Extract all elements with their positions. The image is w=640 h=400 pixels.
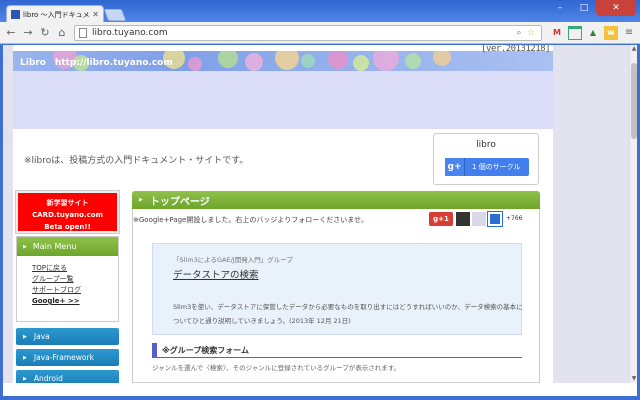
banner-bubble xyxy=(433,51,451,66)
promo-line-2: CARD.tuyano.com xyxy=(32,211,103,219)
address-bar[interactable]: libro.tuyano.com ⌕ ☆ xyxy=(74,24,542,41)
banner-bubble xyxy=(328,51,348,69)
window-close-icon[interactable]: ✕ xyxy=(596,0,636,16)
gplus-icon: g+ xyxy=(445,158,465,176)
gplus-badge: libro g+ 1 個のサークル xyxy=(433,133,539,185)
top-page-header: ▶ トップページ xyxy=(132,191,540,209)
sidebar-item-java[interactable]: ▶ Java xyxy=(16,328,119,345)
banner-bubble xyxy=(301,54,315,68)
menu-link-google-plus[interactable]: Google+ >> xyxy=(32,296,118,307)
main-menu-links: TOPに戻る グループ一覧 サポートブログ Google+ >> xyxy=(17,256,118,307)
circle-count: 1 個のサークル xyxy=(472,163,521,171)
main-panel: ※Google+Page開設しました。右上のバッジよりフォローくださいませ。 g… xyxy=(132,209,540,383)
banner-bubble xyxy=(218,51,238,68)
follower-avatar[interactable] xyxy=(456,212,470,226)
promo-line-3: Beta open!! xyxy=(44,223,91,231)
promo-banner[interactable]: 新学習サイト CARD.tuyano.com Beta open!! xyxy=(16,191,119,233)
page-content: Libro http://libro.tuyano.com [ver.20131… xyxy=(13,45,553,383)
url-text[interactable]: libro.tuyano.com xyxy=(92,28,513,38)
follower-count: +766 xyxy=(506,215,523,222)
top-page-title: トップページ xyxy=(149,196,210,208)
maximize-icon[interactable]: □ xyxy=(572,0,596,16)
page-icon xyxy=(79,27,87,38)
menu-link-top[interactable]: TOPに戻る xyxy=(32,263,118,274)
site-banner: Libro http://libro.tuyano.com xyxy=(13,51,553,71)
scroll-up-icon[interactable]: ▲ xyxy=(630,45,638,53)
article-description: Slim3を使い、データストアに保管したデータから必要なものを取り出すにはどうす… xyxy=(173,303,523,325)
menu-link-groups[interactable]: グループ一覧 xyxy=(32,274,118,285)
minimize-icon[interactable]: – xyxy=(548,0,572,16)
group-search-heading: ※グループ検索フォーム xyxy=(152,343,522,358)
site-favicon-icon xyxy=(11,10,20,19)
main-menu: ▶ Main Menu TOPに戻る グループ一覧 サポートブログ Google… xyxy=(16,236,119,322)
sidebar-item-java-framework[interactable]: ▶ Java-Framework xyxy=(16,349,119,366)
latest-article-box: 「Slim3によるGAE/J開発入門」グループ データストアの検索 Slim3を… xyxy=(152,243,523,335)
main-menu-title: Main Menu xyxy=(32,242,77,251)
browser-tab[interactable]: libro 〜入門ドキュメント・サ ✕ xyxy=(6,5,104,23)
main-menu-header: ▶ Main Menu xyxy=(17,237,118,256)
calendar-extension-icon[interactable] xyxy=(568,25,582,40)
gplus-one-button[interactable]: g+1 xyxy=(429,212,453,226)
banner-bubble xyxy=(353,55,369,71)
menu-icon[interactable]: ≡ xyxy=(622,26,636,40)
triangle-right-icon: ▶ xyxy=(23,354,27,361)
triangle-right-icon: ▶ xyxy=(23,375,27,382)
gmail-extension-icon[interactable]: M xyxy=(550,26,564,40)
site-intro: ※libroは、投稿方式の入門ドキュメント・サイトです。 xyxy=(24,156,249,166)
version-label: [ver.20131218] xyxy=(481,45,550,54)
group-search-text: ジャンルを選んで〈検索〉、そのジャンルに登録されているグループが表示されます。 xyxy=(152,364,401,372)
banner-bubble xyxy=(405,53,421,69)
page-scrollbar[interactable]: ▲ ▼ xyxy=(629,45,637,383)
page-viewport: Libro http://libro.tuyano.com [ver.20131… xyxy=(0,45,629,383)
banner-title[interactable]: Libro http://libro.tuyano.com xyxy=(20,55,173,68)
article-title-link[interactable]: データストアの検索 xyxy=(173,267,259,281)
banner-bubble xyxy=(188,57,202,71)
promo-line-1: 新学習サイト xyxy=(46,199,89,207)
bookmark-star-icon[interactable]: ☆ xyxy=(525,27,537,39)
banner-bubble xyxy=(275,51,299,70)
tab-title: libro 〜入門ドキュメント・サ xyxy=(23,10,90,19)
follower-avatar[interactable] xyxy=(487,211,503,227)
header-band xyxy=(13,71,553,129)
sidebar-item-label: Android xyxy=(33,374,63,383)
new-tab-button[interactable] xyxy=(103,9,127,21)
writer-extension-icon[interactable]: w xyxy=(604,25,618,40)
menu-link-support-blog[interactable]: サポートブログ xyxy=(32,285,118,296)
triangle-right-icon: ▶ xyxy=(23,243,27,250)
browser-toolbar: ← → ↻ ⌂ libro.tuyano.com ⌕ ☆ M ▲ w ≡ xyxy=(0,22,640,44)
scroll-down-icon[interactable]: ▼ xyxy=(630,375,638,383)
sidebar-item-label: Java-Framework xyxy=(33,353,94,362)
zoom-icon[interactable]: ⌕ xyxy=(513,27,525,39)
follower-avatar[interactable] xyxy=(472,212,486,226)
triangle-right-icon: ▶ xyxy=(139,197,143,203)
home-icon[interactable]: ⌂ xyxy=(55,26,69,40)
drive-extension-icon[interactable]: ▲ xyxy=(586,26,600,40)
article-group[interactable]: 「Slim3によるGAE/J開発入門」グループ xyxy=(173,254,293,264)
reload-icon[interactable]: ↻ xyxy=(38,26,52,40)
banner-bubble xyxy=(245,53,263,71)
window-controls: – □ ✕ xyxy=(548,0,636,16)
scroll-thumb[interactable] xyxy=(631,63,637,139)
forward-arrow-icon[interactable]: → xyxy=(21,26,35,40)
sidebar-item-label: Java xyxy=(33,332,50,341)
tab-strip: libro 〜入門ドキュメント・サ ✕ – □ ✕ xyxy=(0,0,640,23)
tab-close-icon[interactable]: ✕ xyxy=(92,10,99,19)
triangle-right-icon: ▶ xyxy=(23,333,27,340)
gplus-page-name[interactable]: libro xyxy=(434,140,538,150)
gplus-notice: ※Google+Page開設しました。右上のバッジよりフォローくださいませ。 xyxy=(133,216,369,224)
sidebar-item-android[interactable]: ▶ Android xyxy=(16,370,119,383)
back-arrow-icon[interactable]: ← xyxy=(4,26,18,40)
gplus-circle-button[interactable]: g+ 1 個のサークル xyxy=(445,158,529,176)
banner-bubble xyxy=(373,51,399,71)
